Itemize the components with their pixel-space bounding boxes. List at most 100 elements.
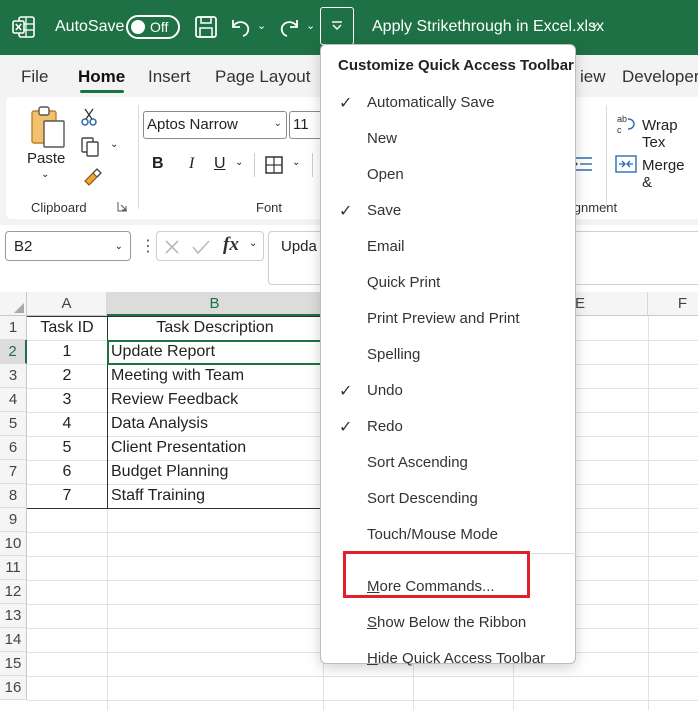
underline-button[interactable]: U: [214, 155, 226, 173]
header-cell-task-id[interactable]: Task ID: [27, 316, 107, 340]
fx-chevron-icon[interactable]: ⌄: [249, 238, 257, 249]
row-header[interactable]: 4: [0, 388, 27, 412]
menu-item-show-below-ribbon[interactable]: Show Below the Ribbon: [321, 607, 575, 639]
undo-chevron-icon[interactable]: ⌄: [257, 19, 266, 32]
paste-icon[interactable]: [28, 105, 68, 149]
font-name-select[interactable]: Aptos Narrow ⌄: [143, 111, 287, 139]
checkmark-icon: ✓: [339, 95, 353, 112]
italic-button[interactable]: I: [189, 155, 194, 173]
menu-item-save[interactable]: ✓ Save: [321, 195, 575, 227]
row-header[interactable]: 15: [0, 652, 27, 676]
menu-item-label: Automatically Save: [367, 94, 495, 111]
menu-item-redo[interactable]: ✓ Redo: [321, 411, 575, 443]
cell-task-id[interactable]: 3: [27, 388, 107, 412]
file-name[interactable]: Apply Strikethrough in Excel.xlsx: [372, 18, 604, 36]
borders-chevron-icon[interactable]: ⌄: [292, 157, 300, 168]
row-header[interactable]: 11: [0, 556, 27, 580]
row-header[interactable]: 16: [0, 676, 27, 700]
merge-center-icon[interactable]: [615, 155, 637, 173]
active-cell-b2[interactable]: [107, 340, 323, 365]
format-painter-icon[interactable]: [81, 167, 103, 187]
tab-home[interactable]: Home: [78, 67, 125, 87]
copy-icon[interactable]: [80, 136, 100, 158]
save-icon[interactable]: [194, 14, 218, 40]
cell-task-id[interactable]: 6: [27, 460, 107, 484]
paste-label[interactable]: Paste: [27, 150, 65, 167]
row-header[interactable]: 2: [0, 340, 27, 364]
paste-chevron-icon[interactable]: ⌄: [41, 169, 49, 180]
cancel-icon[interactable]: [163, 238, 181, 256]
active-tab-indicator: [80, 90, 124, 93]
header-cell-task-description[interactable]: Task Description: [107, 316, 323, 340]
row-header[interactable]: 9: [0, 508, 27, 532]
row-header[interactable]: 14: [0, 628, 27, 652]
cut-icon[interactable]: [80, 107, 98, 127]
menu-item-print-preview-and-print[interactable]: Print Preview and Print: [321, 303, 575, 335]
menu-item-hide-qat[interactable]: Hide Quick Access Toolbar: [321, 643, 575, 675]
cell-task-id[interactable]: 7: [27, 484, 107, 508]
row-header[interactable]: 5: [0, 412, 27, 436]
undo-icon[interactable]: [228, 14, 252, 40]
underline-chevron-icon[interactable]: ⌄: [235, 157, 243, 168]
wrap-text-icon[interactable]: ab c: [616, 113, 638, 135]
row-header[interactable]: 1: [0, 316, 27, 340]
cell-task-description[interactable]: Review Feedback: [107, 388, 323, 412]
row-header[interactable]: 13: [0, 604, 27, 628]
cell-task-id[interactable]: 5: [27, 436, 107, 460]
menu-item-quick-print[interactable]: Quick Print: [321, 267, 575, 299]
tab-insert[interactable]: Insert: [148, 67, 191, 87]
row-header[interactable]: 6: [0, 436, 27, 460]
row-header[interactable]: 7: [0, 460, 27, 484]
more-options-icon[interactable]: ⋮: [140, 236, 156, 256]
tab-developer[interactable]: Developer: [622, 67, 698, 87]
insert-function-icon[interactable]: fx: [223, 234, 239, 256]
menu-item-open[interactable]: Open: [321, 159, 575, 191]
menu-item-sort-descending[interactable]: Sort Descending: [321, 483, 575, 515]
cell-task-id[interactable]: 4: [27, 412, 107, 436]
borders-icon[interactable]: [264, 155, 284, 175]
customize-qat-button[interactable]: [320, 7, 354, 45]
menu-item-sort-ascending[interactable]: Sort Ascending: [321, 447, 575, 479]
label-rest: ide Quick Access Toolbar: [377, 650, 546, 667]
column-header-a[interactable]: A: [27, 292, 107, 316]
menu-item-undo[interactable]: ✓ Undo: [321, 375, 575, 407]
menu-item-spelling[interactable]: Spelling: [321, 339, 575, 371]
merge-label[interactable]: Merge &: [642, 157, 698, 191]
column-header-b[interactable]: B: [107, 292, 323, 316]
menu-item-new[interactable]: New: [321, 123, 575, 155]
cell-task-description[interactable]: Client Presentation: [107, 436, 323, 460]
row-header[interactable]: 12: [0, 580, 27, 604]
font-name-value: Aptos Narrow: [147, 116, 238, 133]
row-header[interactable]: 10: [0, 532, 27, 556]
cell-task-description[interactable]: Staff Training: [107, 484, 323, 508]
autosave-label: AutoSave: [55, 18, 125, 35]
cell-task-id[interactable]: 1: [27, 340, 107, 364]
name-box[interactable]: B2 ⌄: [5, 231, 131, 261]
gridline: [648, 316, 649, 710]
column-header-f[interactable]: F: [648, 292, 698, 316]
filename-chevron-icon[interactable]: ⌄: [590, 16, 600, 30]
cell-task-description[interactable]: Budget Planning: [107, 460, 323, 484]
menu-item-automatically-save[interactable]: ✓ Automatically Save: [321, 87, 575, 119]
cell-task-description[interactable]: Meeting with Team: [107, 364, 323, 388]
redo-chevron-icon[interactable]: ⌄: [306, 19, 315, 32]
menu-item-touch-mouse-mode[interactable]: Touch/Mouse Mode: [321, 519, 575, 551]
autosave-toggle[interactable]: Off: [126, 15, 180, 39]
tab-view[interactable]: iew: [580, 67, 606, 87]
menu-item-email[interactable]: Email: [321, 231, 575, 263]
row-header[interactable]: 3: [0, 364, 27, 388]
svg-text:c: c: [617, 125, 622, 135]
wrap-text-label[interactable]: Wrap Tex: [642, 117, 698, 151]
enter-icon[interactable]: [191, 238, 211, 256]
menu-item-label: Print Preview and Print: [367, 310, 520, 327]
tab-page-layout[interactable]: Page Layout: [215, 67, 310, 87]
cell-task-description[interactable]: Data Analysis: [107, 412, 323, 436]
bold-button[interactable]: B: [152, 155, 164, 173]
redo-icon[interactable]: [278, 14, 302, 40]
cell-task-id[interactable]: 2: [27, 364, 107, 388]
row-header[interactable]: 8: [0, 484, 27, 508]
clipboard-launcher-icon[interactable]: [117, 201, 128, 212]
tab-file[interactable]: File: [21, 67, 48, 87]
copy-chevron-icon[interactable]: ⌄: [110, 139, 118, 150]
select-all-corner[interactable]: [0, 292, 27, 316]
